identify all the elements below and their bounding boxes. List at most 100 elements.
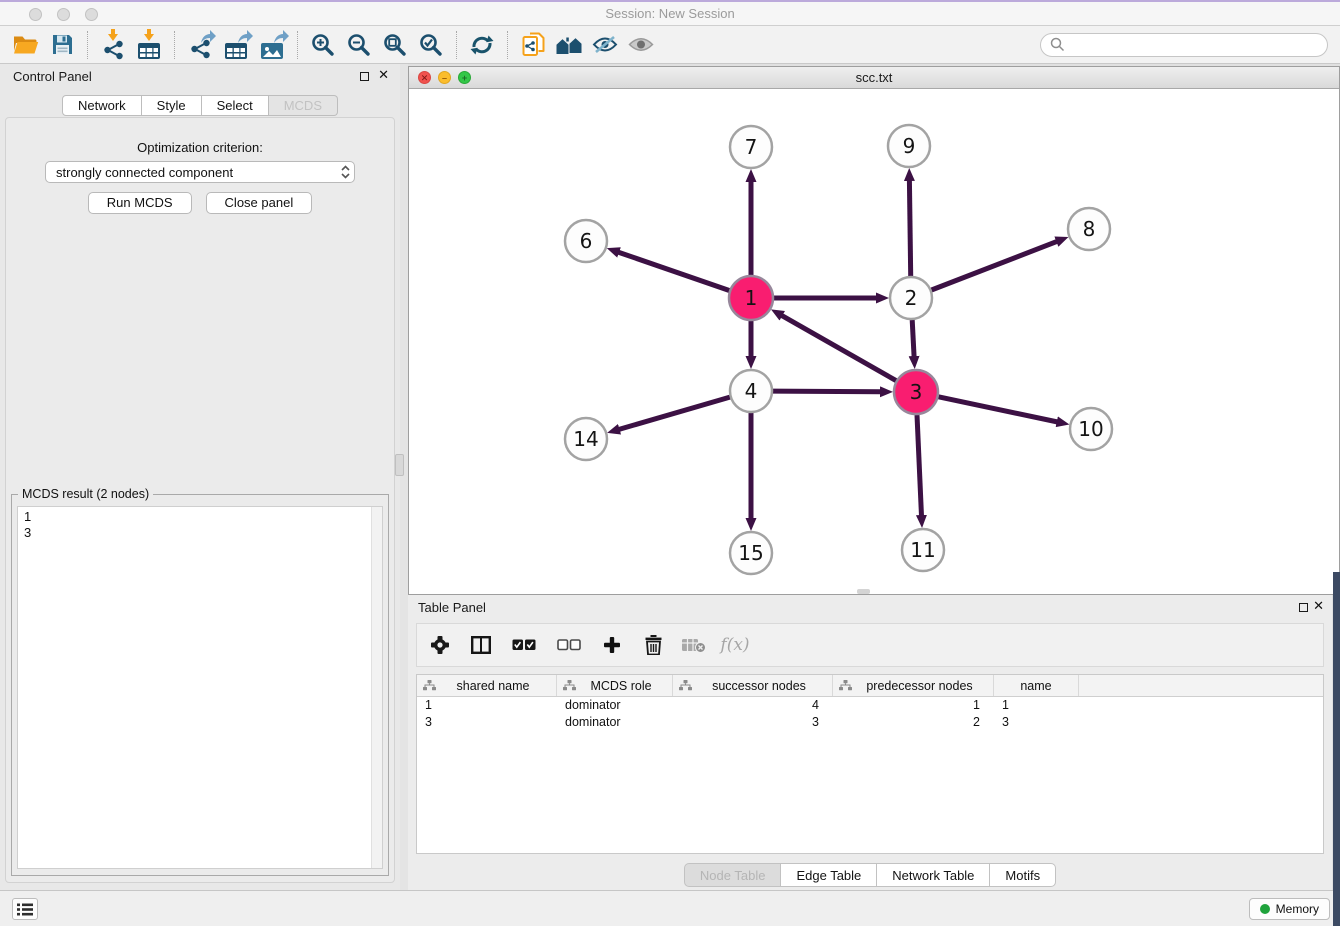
cell-successor-nodes[interactable]: 3	[673, 714, 833, 731]
column-header-mcds-role[interactable]: MCDS role	[557, 675, 673, 696]
float-table-panel-icon[interactable]	[1299, 603, 1308, 612]
cell-predecessor-nodes[interactable]: 1	[833, 697, 994, 714]
table-row[interactable]: 3dominator323	[417, 714, 1323, 731]
tab-select[interactable]: Select	[202, 95, 269, 116]
eye-slash-glyph	[592, 35, 618, 54]
export-network-icon[interactable]	[182, 29, 218, 61]
deselect-all-icon[interactable]	[554, 632, 584, 658]
close-table-panel-icon[interactable]: ✕	[1313, 601, 1324, 610]
tab-network[interactable]: Network	[62, 95, 142, 116]
delete-row-icon[interactable]	[640, 632, 666, 658]
tab-mcds[interactable]: MCDS	[269, 95, 338, 116]
graph-node-6[interactable]: 6	[565, 220, 607, 262]
column-header-predecessor-nodes[interactable]: predecessor nodes	[833, 675, 994, 696]
select-all-icon[interactable]	[509, 632, 539, 658]
graph-node-11[interactable]: 11	[902, 529, 944, 571]
column-header-name[interactable]: name	[994, 675, 1079, 696]
horizontal-splitter-handle[interactable]	[857, 589, 870, 594]
graph-node-7[interactable]: 7	[730, 126, 772, 168]
cell-name[interactable]: 1	[994, 697, 1079, 714]
float-panel-icon[interactable]	[360, 72, 369, 81]
column-header-shared-name[interactable]: shared name	[417, 675, 557, 696]
run-mcds-button[interactable]: Run MCDS	[88, 192, 192, 214]
close-panel-button[interactable]: Close panel	[206, 192, 313, 214]
task-history-button[interactable]	[12, 898, 38, 920]
graph-edge-3-10[interactable]	[939, 397, 1058, 422]
table-settings-icon[interactable]	[427, 632, 453, 658]
cell-shared-name[interactable]: 3	[417, 714, 557, 731]
window-zoom-icon[interactable]	[85, 8, 98, 21]
network-close-icon[interactable]: ✕	[418, 71, 431, 84]
splitter-handle[interactable]	[395, 454, 404, 476]
memory-status-icon	[1260, 904, 1270, 914]
graph-node-15[interactable]: 15	[730, 532, 772, 574]
split-columns-icon	[471, 636, 491, 654]
graph-node-label: 7	[745, 135, 758, 159]
column-header-successor-nodes[interactable]: successor nodes	[673, 675, 833, 696]
memory-button[interactable]: Memory	[1249, 898, 1330, 920]
graph-node-9[interactable]: 9	[888, 125, 930, 167]
cell-predecessor-nodes[interactable]: 2	[833, 714, 994, 731]
import-table-icon[interactable]	[131, 29, 167, 61]
graph-edge-4-3[interactable]	[773, 391, 881, 392]
graph-node-14[interactable]: 14	[565, 418, 607, 460]
open-session-icon[interactable]	[8, 29, 44, 61]
cell-mcds-role[interactable]: dominator	[557, 697, 673, 714]
desktop-edge-top	[0, 0, 1340, 2]
graph-node-8[interactable]: 8	[1068, 208, 1110, 250]
tab-network-table[interactable]: Network Table	[877, 863, 990, 887]
cell-name[interactable]: 3	[994, 714, 1079, 731]
graph-node-label: 1	[745, 286, 758, 310]
cell-successor-nodes[interactable]: 4	[673, 697, 833, 714]
add-row-icon[interactable]	[599, 632, 625, 658]
graph-edge-4-14[interactable]	[619, 397, 730, 429]
graph-edge-1-6[interactable]	[618, 252, 729, 290]
tab-style[interactable]: Style	[142, 95, 202, 116]
graph-edge-3-11[interactable]	[917, 415, 922, 516]
graph-node-10[interactable]: 10	[1070, 408, 1112, 450]
mcds-result-area[interactable]: 13	[17, 506, 383, 869]
network-zoom-icon[interactable]: +	[458, 71, 471, 84]
window-close-icon[interactable]	[29, 8, 42, 21]
close-panel-icon[interactable]: ✕	[378, 70, 389, 79]
panel-splitter[interactable]	[400, 64, 408, 890]
export-image-icon[interactable]	[254, 29, 290, 61]
zoom-fit-icon[interactable]	[377, 29, 413, 61]
tab-node-table[interactable]: Node Table	[684, 863, 782, 887]
search-input[interactable]	[1065, 35, 1318, 55]
graph-edge-2-8[interactable]	[932, 241, 1058, 290]
hide-selected-icon[interactable]	[587, 29, 623, 61]
graph-node-1[interactable]: 1	[729, 276, 773, 320]
save-session-icon[interactable]	[44, 29, 80, 61]
graph-node-4[interactable]: 4	[730, 370, 772, 412]
clone-network-icon[interactable]	[515, 29, 551, 61]
result-scrollbar[interactable]	[371, 507, 382, 868]
search-field[interactable]	[1040, 33, 1328, 57]
graph-node-3[interactable]: 3	[894, 370, 938, 414]
network-graph: 7 9 6 8 1 2 4 3 14 10 15 11	[409, 89, 1339, 594]
graph-edge-2-9[interactable]	[909, 180, 910, 276]
tab-edge-table[interactable]: Edge Table	[781, 863, 877, 887]
first-neighbors-icon[interactable]	[551, 29, 587, 61]
zoom-out-icon[interactable]	[341, 29, 377, 61]
export-table-icon[interactable]	[218, 29, 254, 61]
network-canvas[interactable]: 7 9 6 8 1 2 4 3 14 10 15 11	[409, 89, 1339, 594]
graph-node-2[interactable]: 2	[890, 277, 932, 319]
graph-edge-3-1[interactable]	[781, 315, 896, 380]
refresh-layout-icon[interactable]	[464, 29, 500, 61]
cell-shared-name[interactable]: 1	[417, 697, 557, 714]
import-network-icon[interactable]	[95, 29, 131, 61]
zoom-in-icon[interactable]	[305, 29, 341, 61]
graph-edge-2-3[interactable]	[912, 320, 914, 357]
cell-mcds-role[interactable]: dominator	[557, 714, 673, 731]
tab-motifs[interactable]: Motifs	[990, 863, 1056, 887]
network-window-titlebar[interactable]: ✕ – + scc.txt	[409, 67, 1339, 89]
table-row[interactable]: 1dominator411	[417, 697, 1323, 714]
show-all-icon[interactable]	[623, 29, 659, 61]
optimization-criterion-select[interactable]: strongly connected component	[45, 161, 355, 183]
window-minimize-icon[interactable]	[57, 8, 70, 21]
zoom-selected-icon[interactable]	[413, 29, 449, 61]
show-columns-icon[interactable]	[468, 632, 494, 658]
network-minimize-icon[interactable]: –	[438, 71, 451, 84]
down-arrow-icon	[108, 29, 118, 41]
